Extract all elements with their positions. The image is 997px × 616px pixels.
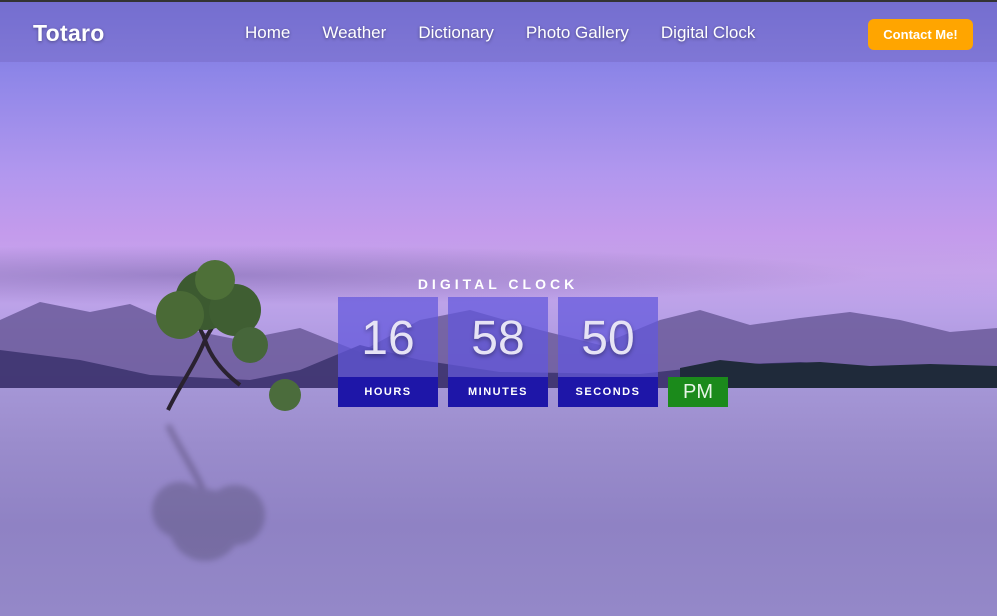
- clock-minutes-box: 58 MINUTES: [448, 297, 548, 407]
- navbar: Totaro Home Weather Dictionary Photo Gal…: [0, 0, 997, 62]
- tree-image: [156, 260, 301, 411]
- clock-seconds-label: SECONDS: [558, 377, 658, 407]
- clock-title: DIGITAL CLOCK: [417, 276, 579, 292]
- nav-link-photo-gallery[interactable]: Photo Gallery: [526, 23, 629, 43]
- clock-seconds-value: 50: [581, 312, 635, 365]
- clock-minutes-value: 58: [471, 312, 525, 365]
- nav-link-digital-clock[interactable]: Digital Clock: [661, 23, 755, 43]
- clock-seconds-box: 50 SECONDS: [558, 297, 658, 407]
- tree-reflection: [152, 423, 265, 561]
- nav-link-dictionary[interactable]: Dictionary: [418, 23, 494, 43]
- clock-hours-label: HOURS: [338, 377, 438, 407]
- brand-logo[interactable]: Totaro: [33, 20, 105, 47]
- nav-links: Home Weather Dictionary Photo Gallery Di…: [245, 23, 787, 43]
- contact-button[interactable]: Contact Me!: [868, 19, 973, 50]
- clock-minutes-label: MINUTES: [448, 377, 548, 407]
- clock-hours-box: 16 HOURS: [338, 297, 438, 407]
- clock-period-badge: PM: [668, 377, 728, 407]
- nav-link-weather[interactable]: Weather: [322, 23, 386, 43]
- clock-hours-value: 16: [361, 312, 415, 365]
- nav-link-home[interactable]: Home: [245, 23, 290, 43]
